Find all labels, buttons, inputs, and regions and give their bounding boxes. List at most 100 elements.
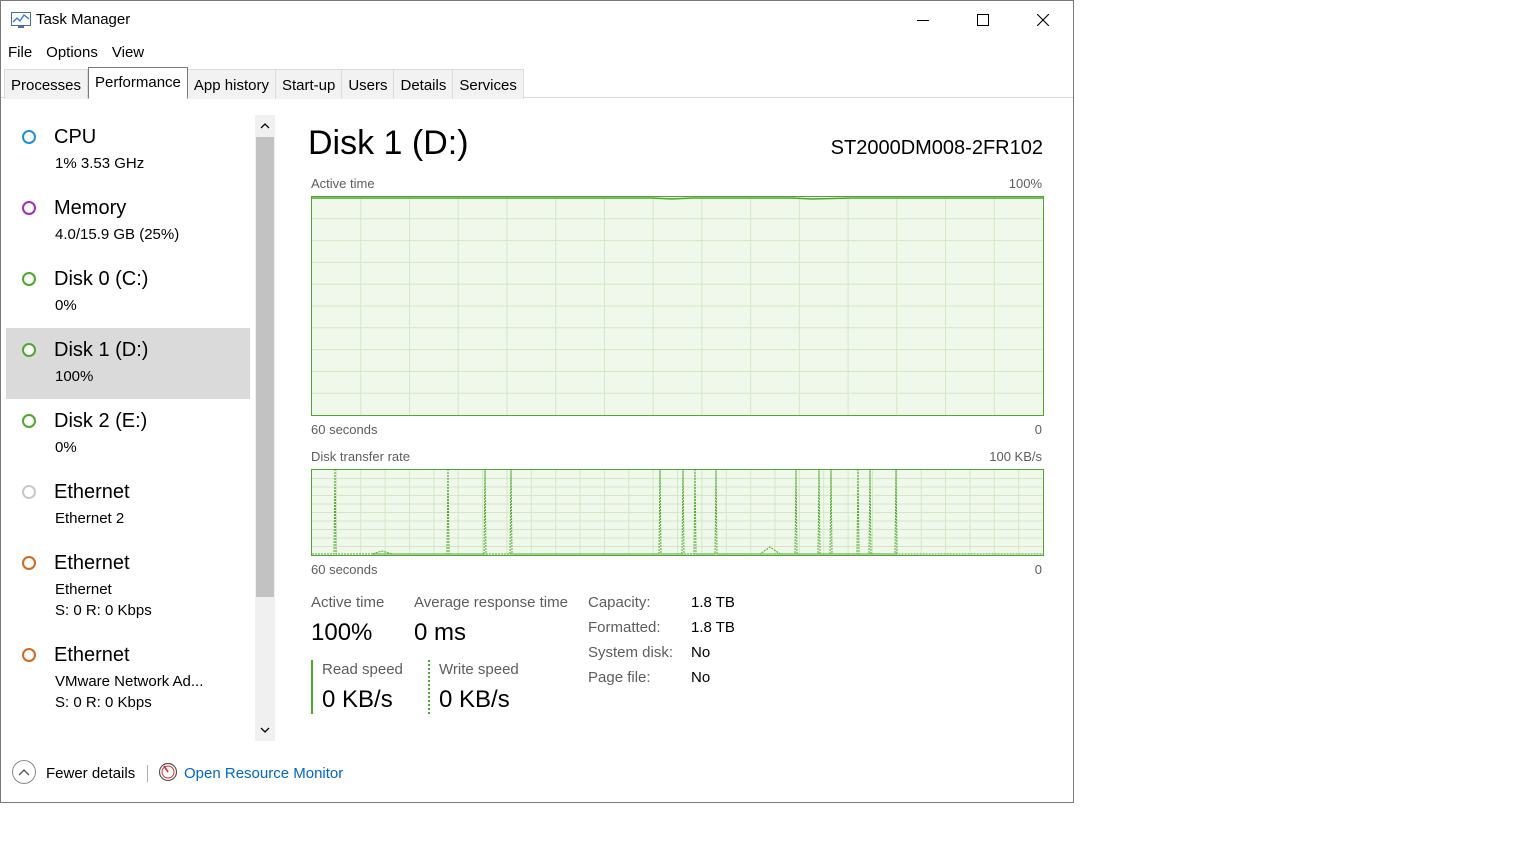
avg-response-label: Average response time	[414, 594, 568, 611]
tab-processes[interactable]: Processes	[4, 69, 89, 99]
system-disk-label: System disk:	[588, 644, 674, 661]
open-resource-monitor-link[interactable]: Open Resource Monitor	[184, 765, 343, 782]
capacity-value: 1.8 TB	[691, 594, 735, 611]
menu-view[interactable]: View	[105, 41, 151, 65]
tab-bar: Processes Performance App history Start-…	[1, 67, 1073, 99]
page-title: Disk 1 (D:)	[308, 124, 469, 162]
tab-performance[interactable]: Performance	[88, 67, 188, 99]
status-circle-icon	[22, 201, 36, 215]
graph2-time-label: 60 seconds	[311, 562, 378, 577]
status-circle-icon	[22, 130, 36, 144]
scroll-up-button[interactable]	[255, 117, 275, 135]
graph2-zero-label: 0	[1034, 562, 1042, 577]
capacity-label: Capacity:	[588, 594, 651, 611]
sidebar-item-sub2: S: 0 R: 0 Kbps	[55, 694, 152, 711]
tab-start-up[interactable]: Start-up	[275, 69, 343, 99]
fewer-details-link[interactable]: Fewer details	[46, 765, 135, 782]
resource-sidebar: CPU 1% 3.53 GHz Memory 4.0/15.9 GB (25%) Dis…	[6, 115, 250, 741]
minimize-icon	[917, 20, 929, 21]
status-circle-icon	[22, 485, 36, 499]
read-speed-value: 0 KB/s	[322, 686, 393, 713]
status-circle-icon	[22, 556, 36, 570]
footer-divider	[147, 765, 148, 782]
sidebar-item-sub: 1% 3.53 GHz	[55, 155, 145, 172]
disk-model: ST2000DM008-2FR102	[830, 137, 1043, 159]
menu-file[interactable]: File	[1, 41, 39, 65]
task-manager-window: Task Manager File Options View Processes…	[0, 0, 1074, 803]
fewer-details-button[interactable]	[12, 760, 36, 784]
resource-monitor-icon[interactable]	[158, 762, 178, 782]
close-icon	[1037, 14, 1049, 26]
sidebar-item[interactable]: Memory 4.0/15.9 GB (25%)	[6, 186, 250, 257]
graph1-max-label: 100%	[1008, 176, 1042, 191]
transfer-rate-graph	[311, 469, 1044, 556]
window-title: Task Manager	[36, 11, 131, 28]
write-speed-value: 0 KB/s	[439, 686, 510, 713]
formatted-value: 1.8 TB	[691, 619, 735, 636]
sidebar-item[interactable]: Disk 2 (E:) 0%	[6, 399, 250, 470]
active-time-label: Active time	[311, 594, 385, 611]
write-speed-legend-line	[428, 660, 430, 714]
sidebar-item-sub: VMware Network Ad...	[55, 673, 204, 690]
tab-users[interactable]: Users	[342, 69, 395, 99]
close-button[interactable]	[1013, 1, 1073, 39]
sidebar-item-sub: 100%	[55, 368, 94, 385]
sidebar-item-name: Disk 0 (C:)	[54, 268, 149, 290]
sidebar-item-sub: 0%	[55, 439, 77, 456]
page-file-label: Page file:	[588, 669, 651, 686]
footer: Fewer details Open Resource Monitor	[1, 753, 1073, 793]
sidebar-item[interactable]: Ethernet Ethernet S: 0 R: 0 Kbps	[6, 541, 250, 633]
sidebar-item-name: Ethernet	[54, 552, 130, 574]
graph1-label: Active time	[311, 176, 375, 191]
avg-response-value: 0 ms	[414, 619, 467, 646]
task-manager-icon	[11, 12, 31, 28]
chevron-down-icon	[260, 727, 270, 733]
sidebar-item-name: Disk 1 (D:)	[54, 339, 149, 361]
sidebar-item-name: Ethernet	[54, 644, 130, 666]
page-file-value: No	[691, 669, 711, 686]
formatted-label: Formatted:	[588, 619, 661, 636]
menu-options[interactable]: Options	[39, 41, 105, 65]
scroll-down-button[interactable]	[255, 721, 275, 739]
sidebar-item-sub: Ethernet 2	[55, 510, 125, 527]
sidebar-item[interactable]: Ethernet VMware Network Ad... S: 0 R: 0 Kb…	[6, 633, 250, 725]
sidebar-item[interactable]: CPU 1% 3.53 GHz	[6, 115, 250, 186]
maximize-icon	[977, 14, 989, 26]
sidebar-item[interactable]: Ethernet Ethernet 2	[6, 470, 250, 541]
sidebar-item-name: Memory	[54, 197, 127, 219]
status-circle-icon	[22, 272, 36, 286]
maximize-button[interactable]	[953, 1, 1013, 39]
graph2-label: Disk transfer rate	[311, 449, 410, 464]
status-circle-icon	[22, 648, 36, 662]
sidebar-item-name: Disk 2 (E:)	[54, 410, 148, 432]
sidebar-item[interactable]: Disk 1 (D:) 100%	[6, 328, 250, 399]
read-speed-label: Read speed	[322, 661, 403, 678]
status-circle-icon	[22, 343, 36, 357]
sidebar-item-sub2: S: 0 R: 0 Kbps	[55, 602, 152, 619]
tab-services[interactable]: Services	[453, 69, 524, 99]
system-disk-value: No	[691, 644, 711, 661]
sidebar-item-name: CPU	[54, 126, 97, 148]
chevron-up-icon	[260, 123, 270, 129]
read-speed-legend-line	[311, 660, 313, 714]
graph1-zero-label: 0	[1034, 422, 1042, 437]
menu-bar: File Options View	[1, 41, 1073, 65]
chevron-up-icon	[18, 769, 30, 776]
sidebar-item-sub: Ethernet	[55, 581, 112, 598]
write-speed-label: Write speed	[439, 661, 519, 678]
sidebar-item-sub: 4.0/15.9 GB (25%)	[55, 226, 180, 243]
graph1-time-label: 60 seconds	[311, 422, 378, 437]
sidebar-item[interactable]: Disk 0 (C:) 0%	[6, 257, 250, 328]
title-bar[interactable]: Task Manager	[1, 1, 1073, 39]
sidebar-item-name: Ethernet	[54, 481, 130, 503]
tab-app-history[interactable]: App history	[187, 69, 276, 99]
graph2-max-label: 100 KB/s	[989, 449, 1042, 464]
active-time-graph	[311, 196, 1044, 416]
sidebar-item-sub: 0%	[55, 297, 77, 314]
sidebar-scrollbar[interactable]	[255, 115, 275, 741]
scroll-thumb[interactable]	[256, 137, 274, 597]
tab-details[interactable]: Details	[394, 69, 454, 99]
status-circle-icon	[22, 414, 36, 428]
minimize-button[interactable]	[893, 1, 953, 39]
active-time-value: 100%	[311, 619, 373, 646]
